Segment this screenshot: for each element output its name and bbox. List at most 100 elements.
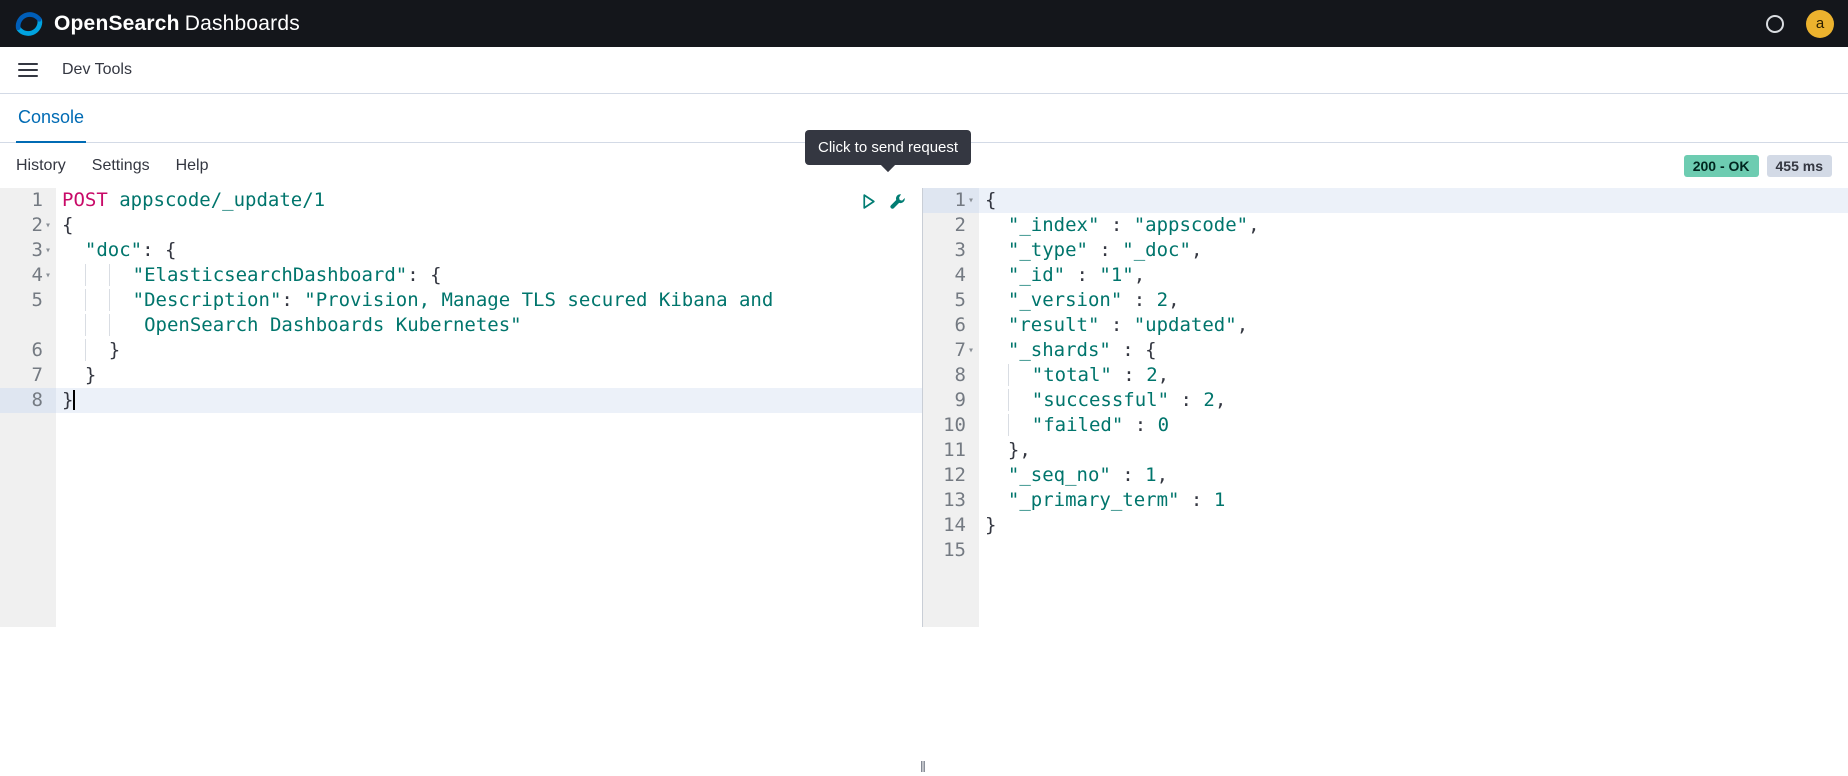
console-panes: 1POST appscode/_update/12▾{3▾ "doc": {4▾… [0, 188, 1848, 627]
header-actions: a [1766, 10, 1834, 38]
code-text: } [56, 338, 922, 363]
request-pane: 1POST appscode/_update/12▾{3▾ "doc": {4▾… [0, 188, 923, 627]
code-line[interactable]: 4▾ "ElasticsearchDashboard": { [0, 263, 922, 288]
response-badges: 200 - OK 455 ms [1684, 155, 1832, 177]
code-line[interactable]: 1▾{ [923, 188, 1848, 213]
code-line[interactable]: 6 } [0, 338, 922, 363]
code-line[interactable]: 2▾{ [0, 213, 922, 238]
line-number: 2▾ [0, 213, 56, 238]
code-text: "result" : "updated", [979, 313, 1848, 338]
line-number: 4▾ [0, 263, 56, 288]
app-title: OpenSearchDashboards [54, 12, 300, 36]
code-text: } [56, 363, 922, 388]
code-text: OpenSearch Dashboards Kubernetes" [56, 313, 922, 338]
code-line[interactable]: 2 "_index" : "appscode", [923, 213, 1848, 238]
line-number: 15 [923, 538, 979, 563]
fold-icon[interactable]: ▾ [43, 213, 56, 238]
code-text: }, [979, 438, 1848, 463]
code-line[interactable]: 8} [0, 388, 922, 413]
code-text: "_type" : "_doc", [979, 238, 1848, 263]
help-button[interactable]: Help [176, 157, 209, 175]
request-settings-button[interactable] [889, 193, 906, 210]
code-line[interactable]: 7 } [0, 363, 922, 388]
line-number: 8 [923, 363, 979, 388]
line-number: 7 [0, 363, 56, 388]
line-number: 3 [923, 238, 979, 263]
history-button[interactable]: History [16, 157, 66, 175]
code-line[interactable]: 5 "_version" : 2, [923, 288, 1848, 313]
request-editor[interactable]: 1POST appscode/_update/12▾{3▾ "doc": {4▾… [0, 188, 922, 627]
code-line[interactable]: 12 "_seq_no" : 1, [923, 463, 1848, 488]
fold-icon[interactable]: ▾ [43, 238, 56, 263]
line-number: 7▾ [923, 338, 979, 363]
code-text: "_version" : 2, [979, 288, 1848, 313]
wrench-icon [889, 193, 906, 210]
line-number: 14 [923, 513, 979, 538]
code-text: "failed" : 0 [979, 413, 1848, 438]
line-number: 10 [923, 413, 979, 438]
request-actions [860, 193, 906, 210]
tab-console[interactable]: Console [16, 107, 86, 143]
line-number: 11 [923, 438, 979, 463]
code-line[interactable]: 10 "failed" : 0 [923, 413, 1848, 438]
line-number: 6 [923, 313, 979, 338]
help-icon[interactable] [1766, 15, 1784, 33]
fold-icon[interactable]: ▾ [43, 263, 56, 288]
send-request-tooltip: Click to send request [805, 130, 971, 165]
line-number: 3▾ [0, 238, 56, 263]
line-number: 2 [923, 213, 979, 238]
line-number: 4 [923, 263, 979, 288]
settings-button[interactable]: Settings [92, 157, 150, 175]
line-number: 9 [923, 388, 979, 413]
code-line[interactable]: 3▾ "doc": { [0, 238, 922, 263]
code-line[interactable]: 8 "total" : 2, [923, 363, 1848, 388]
code-line[interactable]: 7▾ "_shards" : { [923, 338, 1848, 363]
fold-icon[interactable]: ▾ [966, 188, 979, 213]
code-text: "ElasticsearchDashboard": { [56, 263, 922, 288]
code-text: { [56, 213, 922, 238]
code-text: "_id" : "1", [979, 263, 1848, 288]
response-editor[interactable]: 1▾{2 "_index" : "appscode",3 "_type" : "… [923, 188, 1848, 627]
code-text: "successful" : 2, [979, 388, 1848, 413]
code-line[interactable]: 13 "_primary_term" : 1 [923, 488, 1848, 513]
breadcrumb: Dev Tools [62, 61, 132, 79]
code-line[interactable]: 5 "Description": "Provision, Manage TLS … [0, 288, 922, 313]
code-line[interactable]: 9 "successful" : 2, [923, 388, 1848, 413]
response-time-badge: 455 ms [1767, 155, 1832, 177]
code-line[interactable]: 6 "result" : "updated", [923, 313, 1848, 338]
line-number: 1 [0, 188, 56, 213]
send-request-button[interactable] [860, 193, 877, 210]
code-text: "_primary_term" : 1 [979, 488, 1848, 513]
app-header: OpenSearchDashboards a [0, 0, 1848, 47]
code-text: "_index" : "appscode", [979, 213, 1848, 238]
code-text: "Description": "Provision, Manage TLS se… [56, 288, 922, 313]
status-badge: 200 - OK [1684, 155, 1759, 177]
opensearch-logo[interactable]: OpenSearchDashboards [14, 9, 300, 39]
code-line[interactable]: 1POST appscode/_update/1 [0, 188, 922, 213]
code-text: "total" : 2, [979, 363, 1848, 388]
code-text [979, 538, 1848, 563]
code-line[interactable]: 4 "_id" : "1", [923, 263, 1848, 288]
pane-resize-handle[interactable]: ‖ [918, 760, 928, 776]
text-cursor [73, 390, 75, 410]
opensearch-logo-icon [14, 9, 44, 39]
code-text: "doc": { [56, 238, 922, 263]
code-line[interactable]: 11 }, [923, 438, 1848, 463]
code-text: "_shards" : { [979, 338, 1848, 363]
code-line[interactable]: 14} [923, 513, 1848, 538]
line-number: 12 [923, 463, 979, 488]
brand-secondary: Dashboards [185, 12, 300, 35]
avatar[interactable]: a [1806, 10, 1834, 38]
line-number: 5 [0, 288, 56, 313]
code-text: "_seq_no" : 1, [979, 463, 1848, 488]
line-number: 8 [0, 388, 56, 413]
code-line[interactable]: 15 [923, 538, 1848, 563]
menu-icon[interactable] [18, 63, 38, 77]
line-number [0, 313, 56, 338]
code-line[interactable]: 3 "_type" : "_doc", [923, 238, 1848, 263]
code-line[interactable]: OpenSearch Dashboards Kubernetes" [0, 313, 922, 338]
fold-icon[interactable]: ▾ [966, 338, 979, 363]
play-icon [860, 193, 877, 210]
code-text: } [56, 388, 922, 413]
line-number: 1▾ [923, 188, 979, 213]
